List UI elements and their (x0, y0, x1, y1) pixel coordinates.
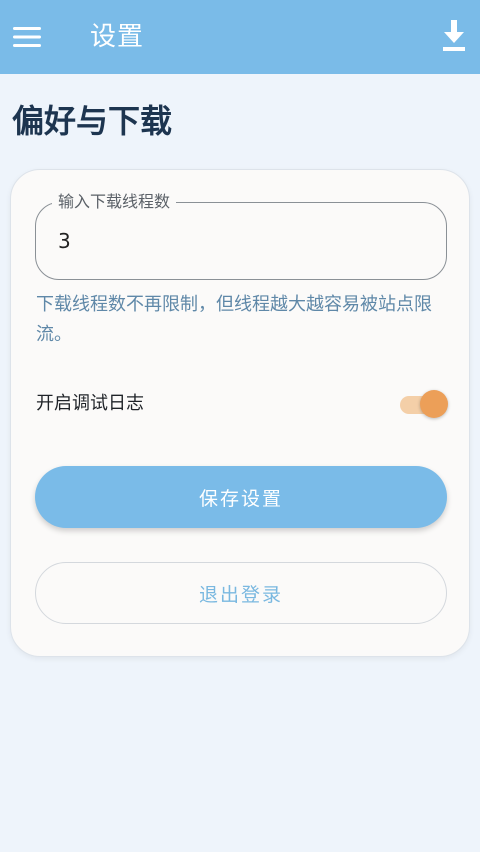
threads-hint: 下载线程数不再限制，但线程越大越容易被站点限流。 (36, 294, 432, 345)
debug-log-label: 开启调试日志 (36, 393, 144, 414)
save-settings-button[interactable]: 保存设置 (35, 466, 447, 528)
threads-input[interactable] (58, 225, 418, 257)
download-icon (443, 20, 465, 51)
debug-log-row: 开启调试日志 (36, 384, 448, 420)
debug-log-toggle[interactable] (400, 387, 448, 418)
menu-button[interactable] (10, 20, 44, 54)
appbar-title: 设置 (90, 22, 145, 52)
toggle-thumb (420, 390, 448, 418)
settings-card: 输入下载线程数 下载线程数不再限制，但线程越大越容易被站点限流。 开启调试日志 … (10, 169, 470, 657)
hamburger-menu-icon (13, 27, 41, 47)
app-bar: 设置 (0, 0, 480, 74)
threads-field-label: 输入下载线程数 (52, 191, 177, 213)
logout-button[interactable]: 退出登录 (35, 562, 447, 624)
threads-field[interactable]: 输入下载线程数 (35, 191, 447, 280)
download-button[interactable] (436, 16, 472, 56)
page-heading: 偏好与下载 (12, 102, 173, 140)
